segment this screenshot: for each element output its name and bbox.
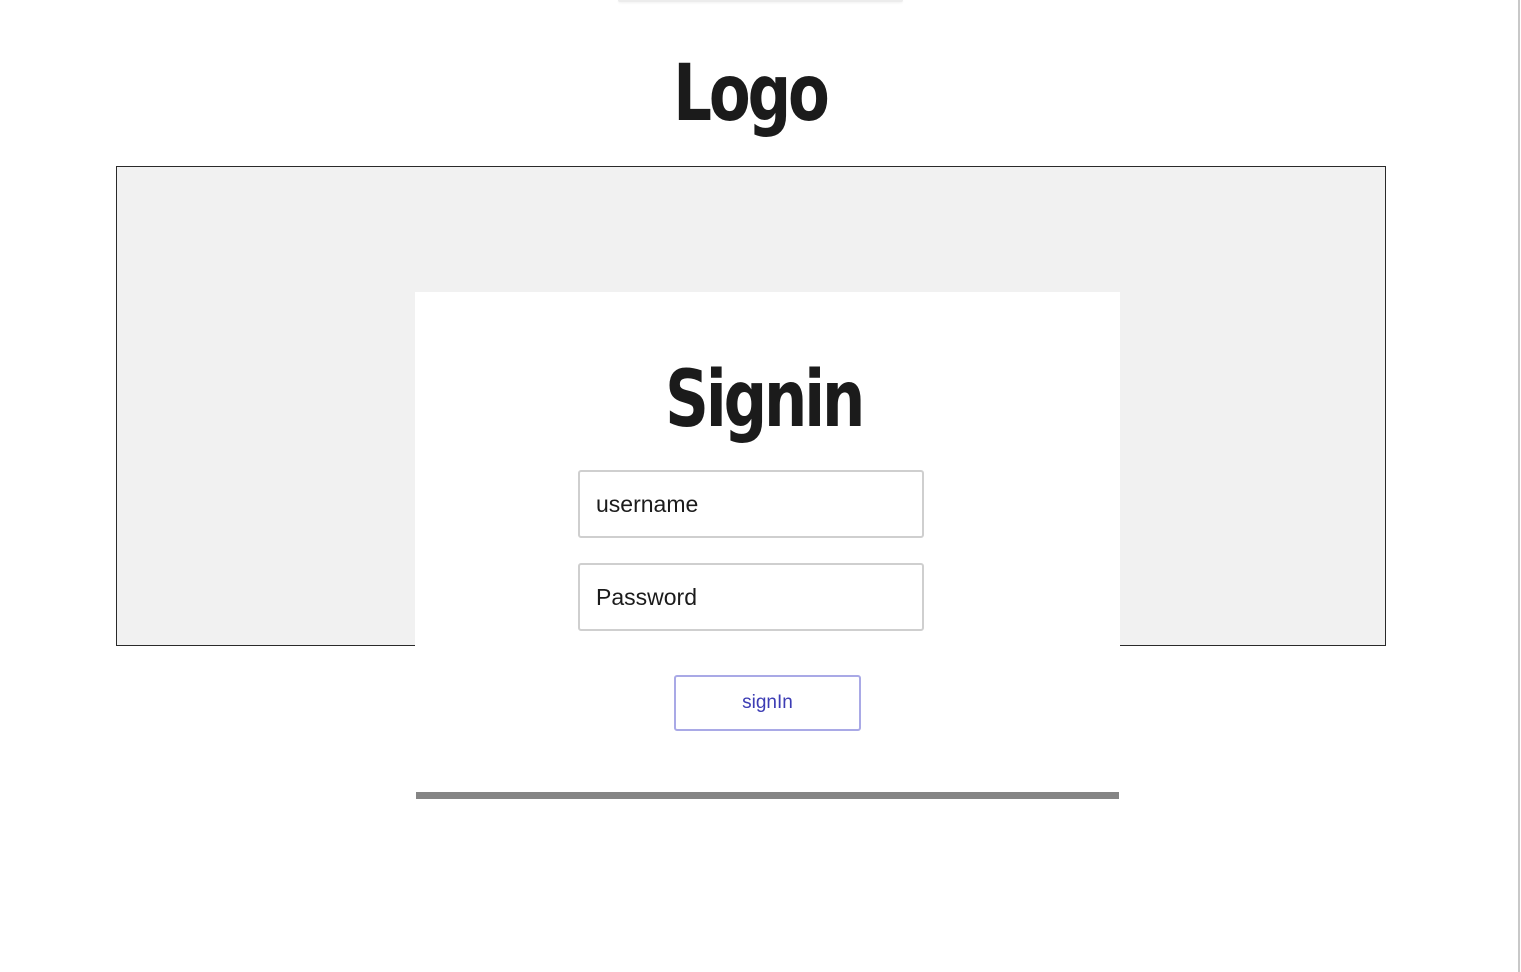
signin-card: Signin signIn (415, 292, 1120, 792)
username-input[interactable] (578, 470, 924, 538)
signin-title: Signin (665, 355, 865, 445)
password-input[interactable] (578, 563, 924, 631)
page: Logo Signin signIn (0, 0, 1521, 972)
divider (416, 792, 1119, 799)
signin-button[interactable]: signIn (674, 675, 861, 731)
scrollbar-edge (1518, 0, 1520, 972)
top-shadow (618, 0, 903, 2)
logo: Logo (673, 49, 830, 139)
